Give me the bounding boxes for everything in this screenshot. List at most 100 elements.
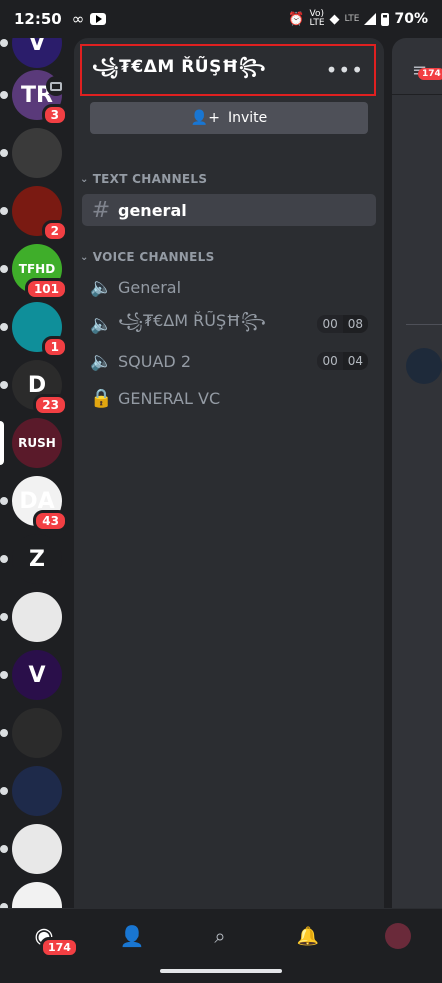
server-icon[interactable] <box>0 824 62 874</box>
server-icon[interactable]: 2 <box>0 186 68 242</box>
server-icon[interactable]: RUSH <box>0 418 62 468</box>
server-glyph <box>12 128 62 178</box>
server-glyph: Z <box>29 546 45 572</box>
channel-label: General <box>118 277 182 297</box>
unread-indicator <box>0 845 8 853</box>
unread-indicator <box>0 555 8 563</box>
voice-channel-team-rush[interactable]: 🔈 ꧁₮€ΔM ŘŨŞĦ꧂ 00 08 <box>82 308 376 340</box>
divider <box>406 324 442 325</box>
signal-icon <box>364 13 377 25</box>
invite-label: Invite <box>227 110 268 126</box>
more-horizontal-icon[interactable]: ••• <box>326 58 364 82</box>
mention-badge: 23 <box>33 394 68 416</box>
add-user-icon: 👤+ <box>190 110 220 126</box>
server-icon[interactable]: V <box>0 38 62 68</box>
battery-icon <box>381 12 390 26</box>
server-glyph: RUSH <box>18 436 56 450</box>
hashtag-icon: # <box>91 197 111 223</box>
battery-percent: 70% <box>394 11 428 27</box>
category-label: VOICE CHANNELS <box>92 250 215 264</box>
nav-friends[interactable]: 👤 <box>112 923 152 949</box>
server-icon[interactable] <box>0 766 62 816</box>
infinity-icon: ∞ <box>71 10 85 28</box>
unread-indicator <box>0 149 8 157</box>
user-limit-counter: 00 04 <box>317 352 368 370</box>
nav-profile[interactable] <box>378 923 418 949</box>
channel-label: ꧁₮€ΔM ŘŨŞĦ꧂ <box>118 310 266 330</box>
nav-search[interactable]: ⌕ <box>200 923 240 949</box>
channel-label: SQUAD 2 <box>118 351 191 371</box>
channel-panel: ꧁₮€ΔM ŘŨŞĦ꧂ ••• 👤+ Invite ⌄ TEXT CHANNEL… <box>74 38 384 908</box>
status-bar: 12:50 ∞ ⏰ Vo) LTE ◆ LTE 70% <box>0 0 442 38</box>
avatar[interactable] <box>406 348 442 384</box>
server-glyph <box>12 882 62 908</box>
chevron-down-icon: ⌄ <box>80 251 89 263</box>
volte-icon: Vo) LTE <box>309 9 325 28</box>
nav-notifications[interactable]: 🔔 <box>288 923 328 949</box>
mention-badge: 43 <box>33 510 68 532</box>
home-badge: 174 <box>40 937 79 958</box>
unread-indicator <box>0 613 8 621</box>
speaker-icon: 🔈 <box>90 350 113 372</box>
home-indicator <box>160 969 282 973</box>
channel-label: GENERAL VC <box>118 388 221 408</box>
wifi-icon: ◆ <box>329 11 340 27</box>
voice-channel-general-vc[interactable]: 🔒 GENERAL VC <box>82 382 376 414</box>
server-icon[interactable]: D 23 <box>0 360 68 416</box>
unread-indicator <box>0 671 8 679</box>
category-voice-channels[interactable]: ⌄ VOICE CHANNELS <box>80 250 215 264</box>
server-glyph <box>12 592 62 642</box>
server-name: ꧁₮€ΔM ŘŨŞĦ꧂ <box>92 56 266 77</box>
bell-icon: 🔔 <box>296 925 320 947</box>
server-glyph: V <box>28 662 46 688</box>
server-icon[interactable]: TFHD 101 <box>0 244 68 300</box>
voice-channel-general[interactable]: 🔈 General <box>82 271 376 303</box>
unread-indicator <box>0 265 8 273</box>
unread-indicator <box>0 39 8 47</box>
search-icon: ⌕ <box>214 924 226 948</box>
unread-indicator <box>0 729 8 737</box>
server-glyph <box>12 766 62 816</box>
unread-indicator <box>0 207 8 215</box>
nav-home[interactable]: ◉ 174 <box>24 923 79 958</box>
mention-badge: 2 <box>41 220 68 242</box>
bottom-nav: ◉ 174 👤 ⌕ 🔔 <box>0 908 442 983</box>
unread-indicator <box>0 381 8 389</box>
server-icon[interactable] <box>0 882 62 908</box>
avatar <box>385 923 411 949</box>
alarm-icon: ⏰ <box>288 11 305 27</box>
server-icon[interactable]: DA 43 <box>0 476 68 532</box>
server-icon[interactable]: Z <box>0 534 62 584</box>
mention-badge: 101 <box>24 278 68 300</box>
server-icon[interactable] <box>0 592 62 642</box>
threads-badge: 174 <box>418 68 442 80</box>
invite-button[interactable]: 👤+ Invite <box>90 102 368 134</box>
server-glyph: V <box>28 38 46 56</box>
server-icon[interactable] <box>0 708 62 758</box>
youtube-icon <box>90 13 107 25</box>
channel-general-text[interactable]: # general <box>82 194 376 226</box>
server-icon[interactable]: TR 3 <box>0 70 68 126</box>
unread-indicator <box>0 91 8 99</box>
user-limit-counter: 00 08 <box>317 315 368 333</box>
unread-indicator <box>0 497 8 505</box>
server-icon[interactable]: V <box>0 650 62 700</box>
server-icon[interactable] <box>0 128 62 178</box>
channel-label: general <box>118 200 187 220</box>
network-label: LTE <box>344 14 360 24</box>
friends-icon: 👤 <box>119 924 145 948</box>
server-icon[interactable]: 1 <box>0 302 68 358</box>
speaker-icon: 🔈 <box>90 313 113 335</box>
monitor-icon <box>46 76 66 96</box>
category-label: TEXT CHANNELS <box>92 172 208 186</box>
category-text-channels[interactable]: ⌄ TEXT CHANNELS <box>80 172 207 186</box>
mention-badge: 1 <box>41 336 68 358</box>
server-header[interactable]: ꧁₮€ΔM ŘŨŞĦ꧂ ••• <box>80 44 376 96</box>
active-server-indicator <box>0 421 4 465</box>
server-rail: V TR 3 2 TFHD 101 1 D 23 RUSH DA 43 Z V <box>0 38 74 908</box>
unread-indicator <box>0 787 8 795</box>
status-time: 12:50 <box>14 10 62 28</box>
chat-pane-peek[interactable]: ≡ 174 <box>392 38 442 908</box>
mention-badge: 3 <box>41 104 68 126</box>
voice-channel-squad-2[interactable]: 🔈 SQUAD 2 00 04 <box>82 345 376 377</box>
